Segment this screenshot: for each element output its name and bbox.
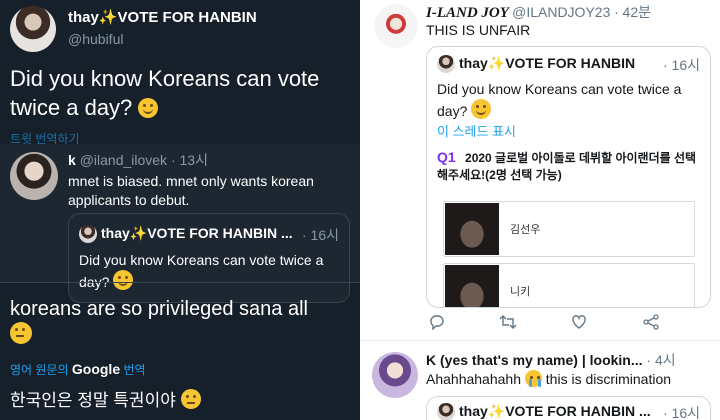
avatar bbox=[437, 403, 455, 420]
poll-option[interactable]: 니키 bbox=[443, 263, 695, 307]
divider bbox=[360, 340, 720, 341]
translated-text-body: 한국인은 정말 특권이야 bbox=[10, 391, 176, 410]
user-handle[interactable]: @hubiful bbox=[68, 31, 123, 47]
poll-number: Q1 bbox=[437, 149, 456, 165]
avatar[interactable] bbox=[372, 352, 418, 398]
reply-handle[interactable]: @iland_ilovek bbox=[80, 152, 167, 168]
separator-dot: · bbox=[614, 4, 619, 20]
avatar[interactable] bbox=[10, 6, 56, 52]
quoted-tweet[interactable]: thay✨VOTE FOR HANBIN ... · 16시 Did you k… bbox=[68, 213, 350, 303]
translated-text: 한국인은 정말 특권이야 bbox=[10, 386, 201, 411]
smile-emoji-icon bbox=[471, 99, 492, 119]
poll-question-text: 2020 글로벌 아이돌로 데뷔할 아이랜더를 선택해주세요!(2명 선택 가능… bbox=[437, 151, 697, 182]
google-translate-attribution[interactable]: 영어 원문의 Google 번역 bbox=[10, 361, 146, 378]
quoted-timestamp: · 16시 bbox=[302, 225, 339, 245]
poll-question: Q1 2020 글로벌 아이돌로 데뷔할 아이랜더를 선택해주세요!(2명 선택… bbox=[437, 149, 703, 184]
quoted-display-name: thay✨VOTE FOR HANBIN ... bbox=[459, 403, 651, 419]
tweet-text: koreans are so privileged sana all bbox=[10, 296, 350, 348]
quoted-text: Did you know Koreans can vote twice a da… bbox=[79, 250, 341, 292]
display-name-text[interactable]: I-LAND JOY bbox=[426, 5, 508, 21]
poll-option-label: 니키 bbox=[510, 286, 531, 298]
google-logo: Google bbox=[71, 361, 121, 377]
retweet-icon[interactable] bbox=[499, 314, 517, 332]
timestamp: 16시 bbox=[310, 227, 339, 243]
separator-dot: · bbox=[662, 405, 668, 420]
reply-name[interactable]: k bbox=[68, 152, 76, 168]
separator-dot: · bbox=[662, 57, 668, 73]
translate-prefix: 영어 원문의 bbox=[10, 363, 69, 377]
tweet-text: THIS IS UNFAIR bbox=[426, 22, 531, 38]
timestamp: 16시 bbox=[671, 57, 700, 73]
display-name-text[interactable]: K (yes that's my name) | lookin... bbox=[426, 352, 643, 368]
timestamp[interactable]: 13시 bbox=[180, 152, 208, 168]
avatar[interactable] bbox=[10, 152, 58, 200]
left-screenshot-dark: thay✨VOTE FOR HANBIN @hubiful Did you kn… bbox=[0, 0, 360, 420]
sad-emoji-icon bbox=[180, 389, 201, 409]
quoted-display-name: thay✨VOTE FOR HANBIN ... bbox=[101, 225, 293, 241]
show-thread-link[interactable]: 이 스레드 표시 bbox=[437, 121, 516, 140]
smile-emoji-icon bbox=[113, 270, 134, 290]
quoted-tweet[interactable]: thay✨VOTE FOR HANBIN ... · 16시 bbox=[426, 396, 711, 420]
poll-option-label: 김선우 bbox=[510, 224, 541, 236]
tweet-text-body: koreans are so privileged sana all bbox=[10, 298, 308, 320]
avatar bbox=[79, 225, 97, 243]
crying-emoji-icon bbox=[524, 370, 542, 387]
right-screenshot-light: I-LAND JOY @ILANDJOY23 · 42분 THIS IS UNF… bbox=[360, 0, 720, 420]
timestamp[interactable]: 4시 bbox=[655, 352, 676, 368]
tweet-text-body: Ahahhahahahh bbox=[426, 371, 521, 387]
tweet-text: Did you know Koreans can vote twice a da… bbox=[10, 64, 350, 122]
tweet-text-suffix: this is discrimination bbox=[545, 371, 672, 387]
poll-option[interactable]: 김선우 bbox=[443, 201, 695, 257]
tweet-text: Ahahhahahahh this is discrimination bbox=[426, 370, 671, 387]
display-name[interactable]: thay✨VOTE FOR HANBIN bbox=[68, 8, 257, 26]
contestant-photo bbox=[445, 203, 499, 255]
quoted-tweet[interactable]: thay✨VOTE FOR HANBIN · 16시 Did you know … bbox=[426, 46, 711, 308]
avatar bbox=[437, 55, 455, 73]
translate-suffix: 번역 bbox=[123, 363, 146, 377]
contestant-photo bbox=[445, 265, 499, 307]
reply-icon[interactable] bbox=[428, 314, 446, 332]
divider bbox=[0, 282, 360, 283]
display-name: K (yes that's my name) | lookin... · 4시 bbox=[426, 350, 676, 370]
timestamp[interactable]: 42분 bbox=[623, 4, 651, 20]
reply-text: mnet is biased. mnet only wants korean a… bbox=[68, 173, 314, 208]
display-name: k @iland_ilovek · 13시 bbox=[68, 150, 208, 170]
avatar[interactable] bbox=[374, 4, 418, 48]
separator-dot: · bbox=[301, 227, 307, 243]
display-name: I-LAND JOY @ILANDJOY23 · 42분 bbox=[426, 2, 651, 22]
smile-emoji-icon bbox=[138, 98, 159, 118]
separator-dot: · bbox=[170, 152, 176, 168]
quoted-timestamp: · 16시 bbox=[663, 55, 700, 75]
tweet-text-body: Did you know Koreans can vote twice a da… bbox=[10, 66, 320, 120]
quoted-text: Did you know Koreans can vote twice a da… bbox=[437, 79, 703, 121]
user-handle[interactable]: @ILANDJOY23 bbox=[512, 4, 610, 20]
like-icon[interactable] bbox=[570, 314, 588, 332]
timestamp: 16시 bbox=[671, 405, 700, 420]
quoted-timestamp: · 16시 bbox=[663, 403, 700, 420]
share-icon[interactable] bbox=[642, 314, 660, 332]
quoted-display-name: thay✨VOTE FOR HANBIN bbox=[459, 55, 636, 71]
tweet-actions bbox=[426, 314, 711, 332]
sad-emoji-icon bbox=[10, 322, 32, 344]
separator-dot: · bbox=[646, 352, 652, 368]
